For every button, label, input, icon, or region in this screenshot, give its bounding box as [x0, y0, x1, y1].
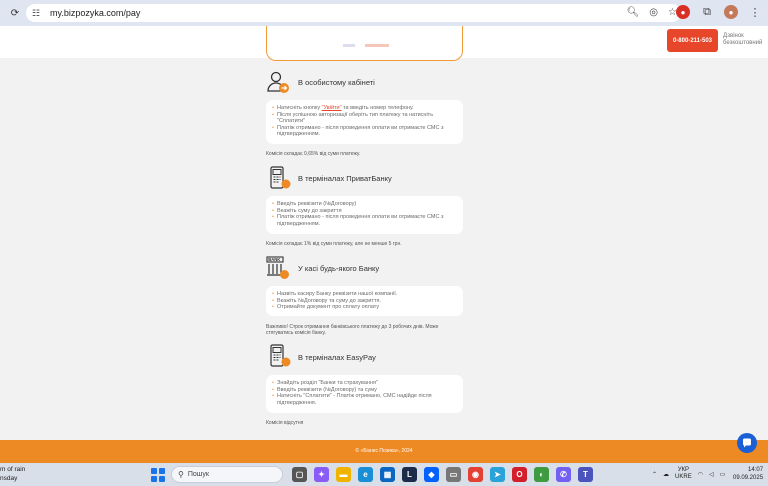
top-card [266, 26, 463, 61]
list-item: Знайдіть розділ "Банки та страхування" [272, 380, 456, 387]
search-icon: ⚲ [178, 470, 184, 479]
login-link[interactable]: "Увійти" [322, 105, 342, 111]
section-card: Назвіть касиру Банку реквізити нашої ком… [266, 286, 463, 316]
lang-text: UKRE [675, 474, 692, 480]
taskbar-search[interactable]: ⚲ Пошук [171, 466, 283, 483]
item-text: Введіть реквізити (№Договору) та суму [277, 386, 377, 393]
list-item: Вкажіть суму до закриття [272, 207, 456, 215]
site-footer: © «Бізнес Позика», 2024 [0, 440, 768, 463]
section-title: В терміналах EasyPay [298, 353, 376, 362]
store-icon[interactable]: ▦ [380, 467, 395, 482]
item-text: Вкажіть №Договору та суму до закриття. [277, 297, 382, 304]
lang-text: УКР [677, 467, 690, 473]
item-text: Після успішною авторизації оберіть тип п… [277, 111, 434, 125]
telegram-icon[interactable]: ➤ [490, 467, 505, 482]
opera-icon[interactable]: O [512, 467, 527, 482]
section-title: У касі будь-якого Банку [298, 264, 380, 273]
bank-note: Важливо! Строк отримання банківського пл… [266, 324, 439, 336]
system-tray: ⌃ ☁ УКР UKRE ◠ ◁ ▭ [652, 467, 725, 481]
l-app-icon[interactable]: L [402, 467, 417, 482]
zoom-icon[interactable]: 🔍︎ [627, 7, 640, 18]
item-text: Назвіть касиру Банку реквізити нашої ком… [277, 291, 398, 297]
commission-note: Комісія складає 0,65% від суми платежу. [266, 151, 361, 157]
list-item: Введіть реквізити (№Договору) [272, 201, 456, 208]
free-call-label: Дзвінок безкоштовний [723, 33, 763, 46]
extensions-puzzle-icon[interactable]: ⧉ [700, 5, 714, 19]
section-card: Знайдіть розділ "Банки та страхування" В… [266, 375, 463, 413]
app-icon[interactable]: ▭ [446, 467, 461, 482]
taskbar: m of rain nsday ⚲ Пошук ▢ ✦ ▬ e ▦ L ◆ ▭ … [0, 463, 768, 486]
menu-dots-icon[interactable]: ⋮ [748, 5, 762, 19]
viber-icon[interactable]: ✆ [556, 467, 571, 482]
chat-button[interactable] [737, 433, 757, 453]
item-text: та введіть номер телефону. [341, 105, 414, 111]
clock[interactable]: 14:07 09.09.2025 [733, 466, 763, 482]
start-button[interactable] [151, 468, 165, 482]
weather-widget[interactable]: m of rain nsday [0, 465, 25, 483]
terminal-easypay-icon [270, 344, 291, 367]
dropbox-icon[interactable]: ◆ [424, 467, 439, 482]
faint-line [365, 44, 389, 47]
item-text: Знайдіть розділ "Банки та страхування" [277, 380, 378, 386]
chat-bubble-icon [742, 438, 751, 448]
time: 14:07 [748, 467, 764, 473]
item-text: Введіть реквізити (№Договору) [277, 201, 357, 207]
list-item: Отримайте документ про сплату оплату [272, 304, 456, 311]
chrome-icon[interactable]: ◉ [468, 467, 483, 482]
phone-number: 0-800-211-503 [672, 37, 713, 44]
item-text: Натисніть "Сплатити" - Платіж отримано, … [277, 393, 432, 406]
extension-icon[interactable]: ● [676, 5, 690, 19]
svg-text:BANK: BANK [268, 257, 280, 262]
phone-button[interactable]: 0-800-211-503 [667, 29, 718, 52]
section-title: В терміналах ПриватБанку [298, 174, 392, 183]
green-app-icon[interactable]: ◐ [534, 467, 549, 482]
list-item: Платіж отримано - після проведення оплат… [272, 124, 456, 138]
wifi-icon[interactable]: ◠ [698, 471, 703, 478]
item-text: Платіж отримано - після проведення оплат… [277, 214, 444, 227]
chevron-up-icon[interactable]: ⌃ [652, 471, 657, 478]
list-item: Назвіть касиру Банку реквізити нашої ком… [272, 291, 456, 298]
item-text: Отримайте документ про сплату оплату [277, 304, 380, 311]
list-item: Натисніть кнопку "Увійти" та введіть ном… [272, 105, 456, 112]
battery-icon[interactable]: ▭ [720, 471, 726, 478]
address-bar[interactable]: ☷ my.bizpozyka.com/pay 🔍︎ ◎ ☆ [26, 4, 681, 22]
volume-icon[interactable]: ◁ [709, 471, 714, 478]
item-text: Натисніть кнопку [277, 105, 322, 111]
section-title: В особистому кабінеті [298, 78, 375, 87]
copilot-icon[interactable]: ✦ [314, 467, 329, 482]
task-view-icon[interactable]: ▢ [292, 467, 307, 482]
profile-avatar[interactable]: ● [724, 5, 738, 19]
browser-toolbar: ⟳ ☷ my.bizpozyka.com/pay 🔍︎ ◎ ☆ ● ⧉ ● ⋮ [0, 0, 768, 26]
item-text: Платіж отримано - після проведення оплат… [277, 124, 444, 138]
cloud-icon[interactable]: ☁ [663, 471, 669, 478]
user-arrow-icon [267, 71, 289, 93]
list-item: Платіж отримано - після проведення оплат… [272, 214, 456, 227]
taskbar-apps: ▢ ✦ ▬ e ▦ L ◆ ▭ ◉ ➤ O ◐ ✆ T [292, 467, 593, 482]
teams-icon[interactable]: T [578, 467, 593, 482]
edge-icon[interactable]: e [358, 467, 373, 482]
search-placeholder: Пошук [187, 471, 209, 478]
eye-off-icon[interactable]: ◎ [649, 7, 658, 18]
commission-note: Комісія складає 1% від суми платежу, але… [266, 241, 402, 247]
list-item: Після успішною авторизації оберіть тип п… [272, 111, 456, 125]
url-text: my.bizpozyka.com/pay [50, 8, 141, 18]
item-text: Вкажіть суму до закриття [277, 207, 342, 214]
weather-text: m of rain [0, 466, 26, 473]
bank-icon: BANK [266, 256, 289, 279]
list-item: Натисніть "Сплатити" - Платіж отримано, … [272, 393, 456, 406]
copyright: © «Бізнес Позика», 2024 [355, 448, 413, 454]
language-indicator[interactable]: УКР UKRE [675, 467, 692, 481]
reload-icon[interactable]: ⟳ [8, 6, 22, 20]
terminal-icon [270, 166, 291, 189]
faint-line [343, 44, 355, 47]
weather-text: nsday [0, 475, 18, 482]
commission-note: Комісія відсутня [266, 420, 304, 426]
section-card: Введіть реквізити (№Договору) Вкажіть су… [266, 196, 463, 234]
section-card: Натисніть кнопку "Увійти" та введіть ном… [266, 100, 463, 144]
file-explorer-icon[interactable]: ▬ [336, 467, 351, 482]
date: 09.09.2025 [733, 475, 764, 481]
site-info-icon[interactable]: ☷ [32, 8, 42, 18]
